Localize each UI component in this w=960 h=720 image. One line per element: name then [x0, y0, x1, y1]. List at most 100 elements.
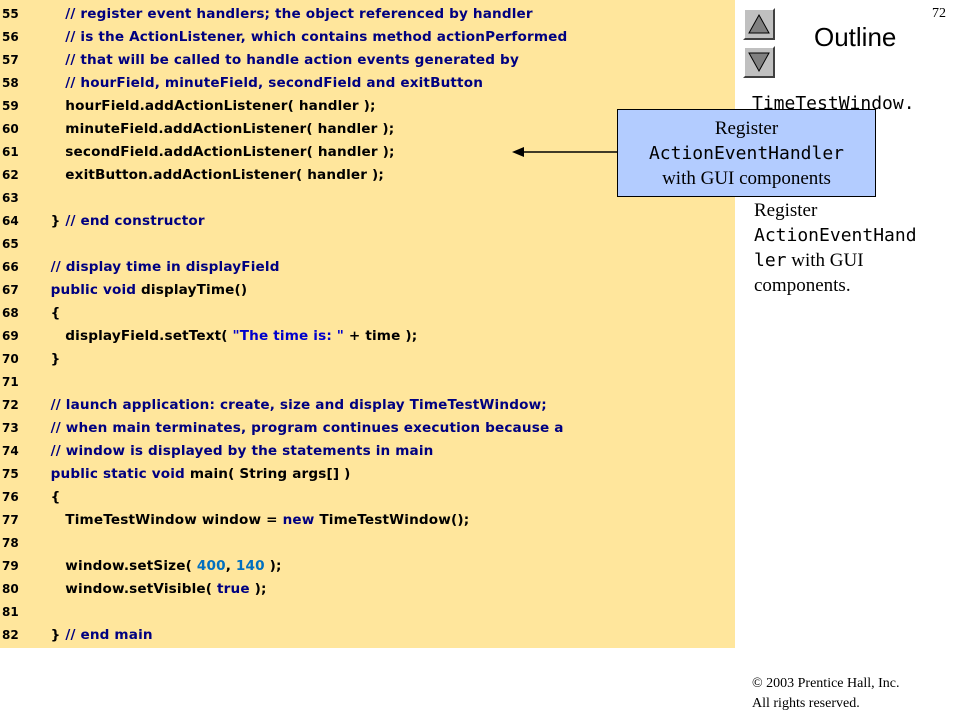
code-token: window.setSize( — [36, 558, 197, 574]
code-token: window.setVisible( — [36, 581, 218, 597]
code-listing-panel: 55 // register event handlers; the objec… — [0, 0, 735, 648]
line-number: 81 — [2, 605, 19, 619]
code-token: TimeTestWindow(); — [314, 512, 470, 528]
code-comment: // is the ActionListener, which contains… — [65, 29, 568, 45]
line-number: 58 — [2, 76, 19, 90]
code-text: // display time in displayField — [36, 256, 280, 279]
code-token: exitButton.addActionListener( handler ); — [36, 167, 384, 183]
triangle-up-icon — [748, 13, 770, 34]
code-keyword: new — [282, 512, 315, 528]
code-text: hourField.addActionListener( handler ); — [36, 95, 376, 118]
code-comment: // window is displayed by the statements… — [50, 443, 434, 459]
code-comment: // register event handlers; the object r… — [65, 6, 533, 22]
code-token: minuteField.addActionListener( handler )… — [36, 121, 395, 137]
line-number: 71 — [2, 375, 19, 389]
code-text: public static void main( String args[] ) — [36, 463, 351, 486]
line-number: 80 — [2, 582, 19, 596]
line-number: 60 — [2, 122, 19, 136]
side-note-text: with GUI — [786, 250, 864, 271]
line-number: 70 — [2, 352, 19, 366]
outline-title[interactable]: Outline — [814, 22, 896, 53]
code-text: // window is displayed by the statements… — [36, 440, 434, 463]
line-number: 76 — [2, 490, 19, 504]
line-number: 79 — [2, 559, 19, 573]
line-number: 56 — [2, 30, 19, 44]
code-token: { — [36, 489, 61, 505]
code-token: displayTime() — [136, 282, 248, 298]
callout-code-text: ActionEventHandler — [648, 143, 845, 164]
copyright-notice: © 2003 Prentice Hall, Inc. All rights re… — [752, 674, 900, 714]
side-note-line: components. — [754, 275, 851, 296]
code-text: TimeTestWindow window = new TimeTestWind… — [36, 509, 469, 532]
code-text: } — [36, 348, 61, 371]
code-text: // launch application: create, size and … — [36, 394, 547, 417]
code-token: } — [36, 213, 66, 229]
code-comment: // when main terminates, program continu… — [50, 420, 564, 436]
line-number: 82 — [2, 628, 19, 642]
code-text: // that will be called to handle action … — [36, 49, 519, 72]
line-number: 59 — [2, 99, 19, 113]
callout-text-line: Register — [714, 118, 779, 139]
code-token: { — [36, 305, 61, 321]
side-note-code: ActionEventHand — [754, 225, 917, 246]
copyright-line: All rights reserved. — [752, 696, 860, 711]
code-comment: // launch application: create, size and … — [50, 397, 547, 413]
line-number: 63 — [2, 191, 19, 205]
line-number: 66 — [2, 260, 19, 274]
line-number: 64 — [2, 214, 19, 228]
line-number: 62 — [2, 168, 19, 182]
code-text: // hourField, minuteField, secondField a… — [36, 72, 483, 95]
code-string: "The time is: " — [232, 328, 345, 344]
code-number: 400 — [196, 558, 226, 574]
code-token: ); — [249, 581, 267, 597]
code-number: 140 — [235, 558, 265, 574]
code-text: window.setSize( 400, 140 ); — [36, 555, 282, 578]
code-comment: // hourField, minuteField, secondField a… — [65, 75, 484, 91]
code-text: { — [36, 302, 61, 325]
line-number: 72 — [2, 398, 19, 412]
line-number: 77 — [2, 513, 19, 527]
line-number: 57 — [2, 53, 19, 67]
code-comment: // that will be called to handle action … — [65, 52, 519, 68]
code-text: // is the ActionListener, which contains… — [36, 26, 567, 49]
side-note-line: Register — [754, 200, 818, 221]
code-text: displayField.setText( "The time is: " + … — [36, 325, 417, 348]
side-note: Register ActionEventHand ler with GUI co… — [754, 198, 954, 298]
code-text: } // end main — [36, 624, 153, 647]
code-keyword: true — [217, 581, 250, 597]
code-token: main( String args[] ) — [184, 466, 351, 482]
previous-slide-button[interactable] — [743, 8, 775, 40]
side-note-line: ler with GUI — [754, 248, 954, 273]
line-number: 68 — [2, 306, 19, 320]
line-number: 65 — [2, 237, 19, 251]
code-text: secondField.addActionListener( handler )… — [36, 141, 395, 164]
code-text: exitButton.addActionListener( handler ); — [36, 164, 384, 187]
code-token: displayField.setText( — [36, 328, 233, 344]
line-number: 74 — [2, 444, 19, 458]
code-text: minuteField.addActionListener( handler )… — [36, 118, 394, 141]
code-keyword: void — [102, 282, 137, 298]
code-text: window.setVisible( true ); — [36, 578, 267, 601]
side-note-code: ler — [754, 250, 787, 271]
line-number: 75 — [2, 467, 19, 481]
code-token: TimeTestWindow window = — [36, 512, 283, 528]
code-keyword: static — [102, 466, 147, 482]
line-number: 67 — [2, 283, 19, 297]
next-slide-button[interactable] — [743, 46, 775, 78]
code-token: , — [225, 558, 236, 574]
code-token: + time ); — [344, 328, 418, 344]
code-token: hourField.addActionListener( handler ); — [36, 98, 376, 114]
line-number: 73 — [2, 421, 19, 435]
code-token: secondField.addActionListener( handler )… — [36, 144, 395, 160]
code-text: } // end constructor — [36, 210, 205, 233]
